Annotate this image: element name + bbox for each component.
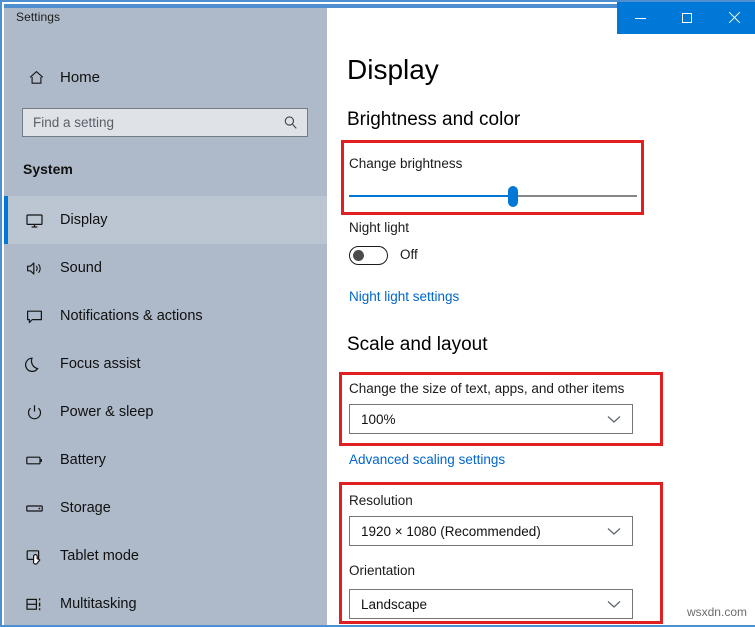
toggle-knob [353,250,364,261]
sidebar-item-label: Battery [60,452,106,468]
orientation-dropdown-value: Landscape [361,596,428,612]
slider-thumb[interactable] [508,186,518,207]
scale-dropdown[interactable]: 100% [349,404,633,434]
maximize-button[interactable] [664,2,711,34]
selection-accent-bar [4,580,8,625]
sidebar-item-battery[interactable]: Battery [4,436,327,484]
sidebar-item-label: Power & sleep [60,404,154,420]
night-light-label: Night light [349,220,410,235]
sidebar-home-label: Home [60,68,101,86]
close-button[interactable] [710,2,755,34]
multitasking-icon [14,595,54,614]
orientation-dropdown[interactable]: Landscape [349,589,633,619]
maximize-icon [682,13,692,23]
sidebar-item-label: Focus assist [60,356,141,372]
moon-icon [14,355,54,374]
main-content: Display Brightness and color Change brig… [327,4,755,625]
sidebar: Home System [4,4,327,625]
search-icon[interactable] [283,115,298,130]
watermark: wsxdn.com [686,605,747,619]
scale-section-heading: Scale and layout [347,334,488,355]
monitor-icon [14,211,54,230]
title-bar[interactable]: Settings [2,2,755,34]
sidebar-item-display[interactable]: Display [4,196,327,244]
sidebar-item-multitasking[interactable]: Multitasking [4,580,327,625]
sidebar-item-label: Tablet mode [60,548,139,564]
scale-dropdown-label: Change the size of text, apps, and other… [349,381,625,396]
selection-accent-bar [4,292,8,340]
slider-track-filled [349,195,513,197]
window-controls [617,2,755,34]
minimize-button[interactable] [617,2,664,34]
sidebar-item-label: Multitasking [60,596,137,612]
scale-dropdown-value: 100% [361,411,396,427]
resolution-dropdown-value: 1920 × 1080 (Recommended) [361,523,541,539]
chevron-down-icon [607,527,621,536]
sidebar-item-sound[interactable]: Sound [4,244,327,292]
battery-icon [14,451,54,470]
sidebar-item-focus-assist[interactable]: Focus assist [4,340,327,388]
resolution-label: Resolution [349,493,413,508]
sidebar-item-label: Storage [60,500,111,516]
brightness-slider-label: Change brightness [349,156,463,171]
night-light-settings-link[interactable]: Night light settings [349,289,459,304]
sidebar-item-label: Display [60,212,108,228]
sidebar-item-label: Notifications & actions [60,308,203,324]
sidebar-item-power-sleep[interactable]: Power & sleep [4,388,327,436]
selection-accent-bar [4,244,8,292]
power-icon [14,403,54,422]
advanced-scaling-settings-link[interactable]: Advanced scaling settings [349,452,505,467]
brightness-section-heading: Brightness and color [347,109,521,130]
sidebar-item-storage[interactable]: Storage [4,484,327,532]
close-icon [728,12,740,24]
tablet-icon [14,547,54,566]
resolution-dropdown[interactable]: 1920 × 1080 (Recommended) [349,516,633,546]
selection-accent-bar [4,532,8,580]
sidebar-item-home[interactable]: Home [4,62,327,92]
notification-icon [14,307,54,326]
brightness-slider[interactable] [349,184,637,208]
selection-accent-bar [4,196,8,244]
orientation-label: Orientation [349,563,416,578]
selection-accent-bar [4,484,8,532]
selection-accent-bar [4,388,8,436]
search-input[interactable] [33,115,273,130]
chevron-down-icon [607,600,621,609]
storage-icon [14,499,54,518]
sidebar-item-tablet-mode[interactable]: Tablet mode [4,532,327,580]
sidebar-item-notifications[interactable]: Notifications & actions [4,292,327,340]
sidebar-section-title: System [23,161,73,177]
window-title: Settings [16,10,61,24]
selection-accent-bar [4,340,8,388]
night-light-toggle[interactable] [349,246,388,265]
sidebar-item-label: Sound [60,260,102,276]
settings-window: Home System [0,0,755,627]
night-light-state: Off [400,247,418,262]
selection-accent-bar [4,436,8,484]
speaker-icon [14,259,54,278]
page-title: Display [347,54,439,85]
slider-track-remaining [513,195,637,197]
home-icon [16,69,56,86]
chevron-down-icon [607,415,621,424]
search-box[interactable] [22,108,308,137]
sidebar-nav-list: Display Sound Notifications & actions Fo… [4,196,327,625]
minimize-icon [634,17,646,19]
